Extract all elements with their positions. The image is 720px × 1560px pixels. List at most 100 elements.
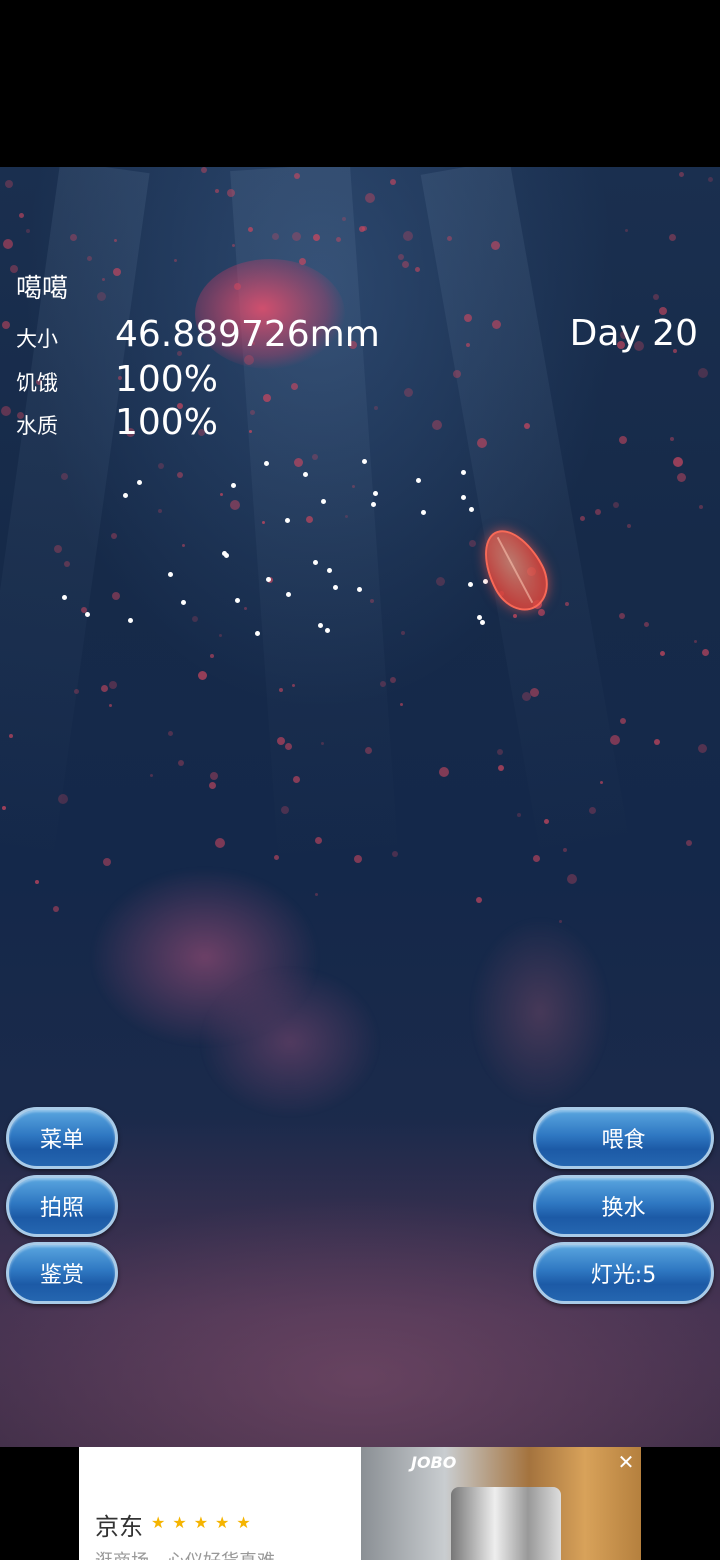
change-water-button[interactable]: 换水 [533, 1175, 714, 1237]
particle [113, 268, 121, 276]
particle [3, 239, 13, 249]
particle [174, 259, 177, 262]
particle [533, 855, 540, 862]
food-pellet [168, 572, 173, 577]
particle [58, 794, 68, 804]
particle [315, 837, 322, 844]
particle [198, 671, 207, 680]
particle [2, 806, 6, 810]
particle [677, 473, 686, 482]
food-pellet [421, 510, 426, 515]
particle [1, 406, 11, 416]
particle [263, 394, 271, 402]
food-pellet [321, 499, 326, 504]
particle [210, 772, 218, 780]
particle [315, 893, 318, 896]
particle [9, 734, 13, 738]
particle [619, 613, 625, 619]
particle [491, 241, 500, 250]
particle [619, 436, 627, 444]
particle [272, 233, 279, 240]
particle [669, 234, 676, 241]
hunger-value: 100% [115, 359, 218, 400]
ad-image[interactable]: JOBO [361, 1447, 641, 1560]
particle [342, 217, 346, 221]
particle [398, 254, 404, 260]
particle [294, 458, 303, 467]
light-button[interactable]: 灯光:5 [533, 1242, 714, 1304]
particle [109, 681, 117, 689]
food-pellet [325, 628, 330, 633]
particle [392, 851, 398, 857]
particle [698, 744, 707, 753]
particle [644, 622, 649, 627]
particle [492, 320, 501, 329]
particle [313, 234, 320, 241]
food-pellet [416, 478, 421, 483]
particle [192, 616, 198, 622]
particle [432, 420, 442, 430]
food-pellet [266, 577, 271, 582]
particle [404, 388, 413, 397]
particle [513, 614, 517, 618]
particle [102, 278, 105, 281]
particle [402, 261, 409, 268]
photo-button[interactable]: 拍照 [6, 1175, 118, 1237]
appreciate-button[interactable]: 鉴赏 [6, 1242, 118, 1304]
particle [464, 314, 472, 322]
particle [580, 516, 585, 521]
particle [291, 383, 298, 390]
particle [109, 704, 112, 707]
food-pellet [231, 483, 236, 488]
particle [234, 283, 241, 290]
particle [244, 607, 247, 610]
water-quality-label: 水质 [16, 414, 58, 438]
particle [613, 502, 619, 508]
particle [362, 226, 367, 231]
particle [524, 423, 530, 429]
particle [354, 855, 362, 863]
particle [61, 473, 68, 480]
food-pellet [224, 553, 229, 558]
ad-banner[interactable]: 京东 ★★★★★ 逛商场，心仪好货真难… JOBO ✕ [79, 1447, 641, 1560]
particle [415, 267, 420, 272]
food-pellet [373, 491, 378, 496]
close-icon[interactable]: ✕ [615, 1451, 637, 1473]
particle [249, 430, 252, 433]
particle [477, 438, 487, 448]
particle [653, 294, 659, 300]
particle [114, 239, 117, 242]
particle [370, 599, 374, 603]
particle [345, 515, 348, 518]
particle [274, 855, 279, 860]
food-pellet [480, 620, 485, 625]
light-beam [420, 167, 631, 865]
particle [26, 229, 30, 233]
particle [702, 649, 709, 656]
food-pellet [123, 493, 128, 498]
particle [625, 229, 628, 232]
particle [321, 742, 324, 745]
particle [150, 774, 153, 777]
particle [694, 640, 697, 643]
food-pellet [85, 612, 90, 617]
particle [250, 410, 255, 415]
particle [279, 688, 283, 692]
menu-button[interactable]: 菜单 [6, 1107, 118, 1169]
particle [567, 874, 577, 884]
particle [660, 651, 665, 656]
particle [262, 521, 265, 524]
ad-text-panel[interactable]: 京东 ★★★★★ 逛商场，心仪好货真难… [79, 1447, 361, 1560]
food-pellet [128, 618, 133, 623]
particle [177, 472, 183, 478]
particle [232, 244, 235, 247]
particle [400, 703, 403, 706]
particle [544, 819, 549, 824]
hunger-label: 饥饿 [16, 371, 58, 395]
particle [293, 776, 300, 783]
feed-button[interactable]: 喂食 [533, 1107, 714, 1169]
food-pellet [362, 459, 367, 464]
particle [230, 500, 240, 510]
particle [281, 806, 289, 814]
particle [178, 760, 184, 766]
